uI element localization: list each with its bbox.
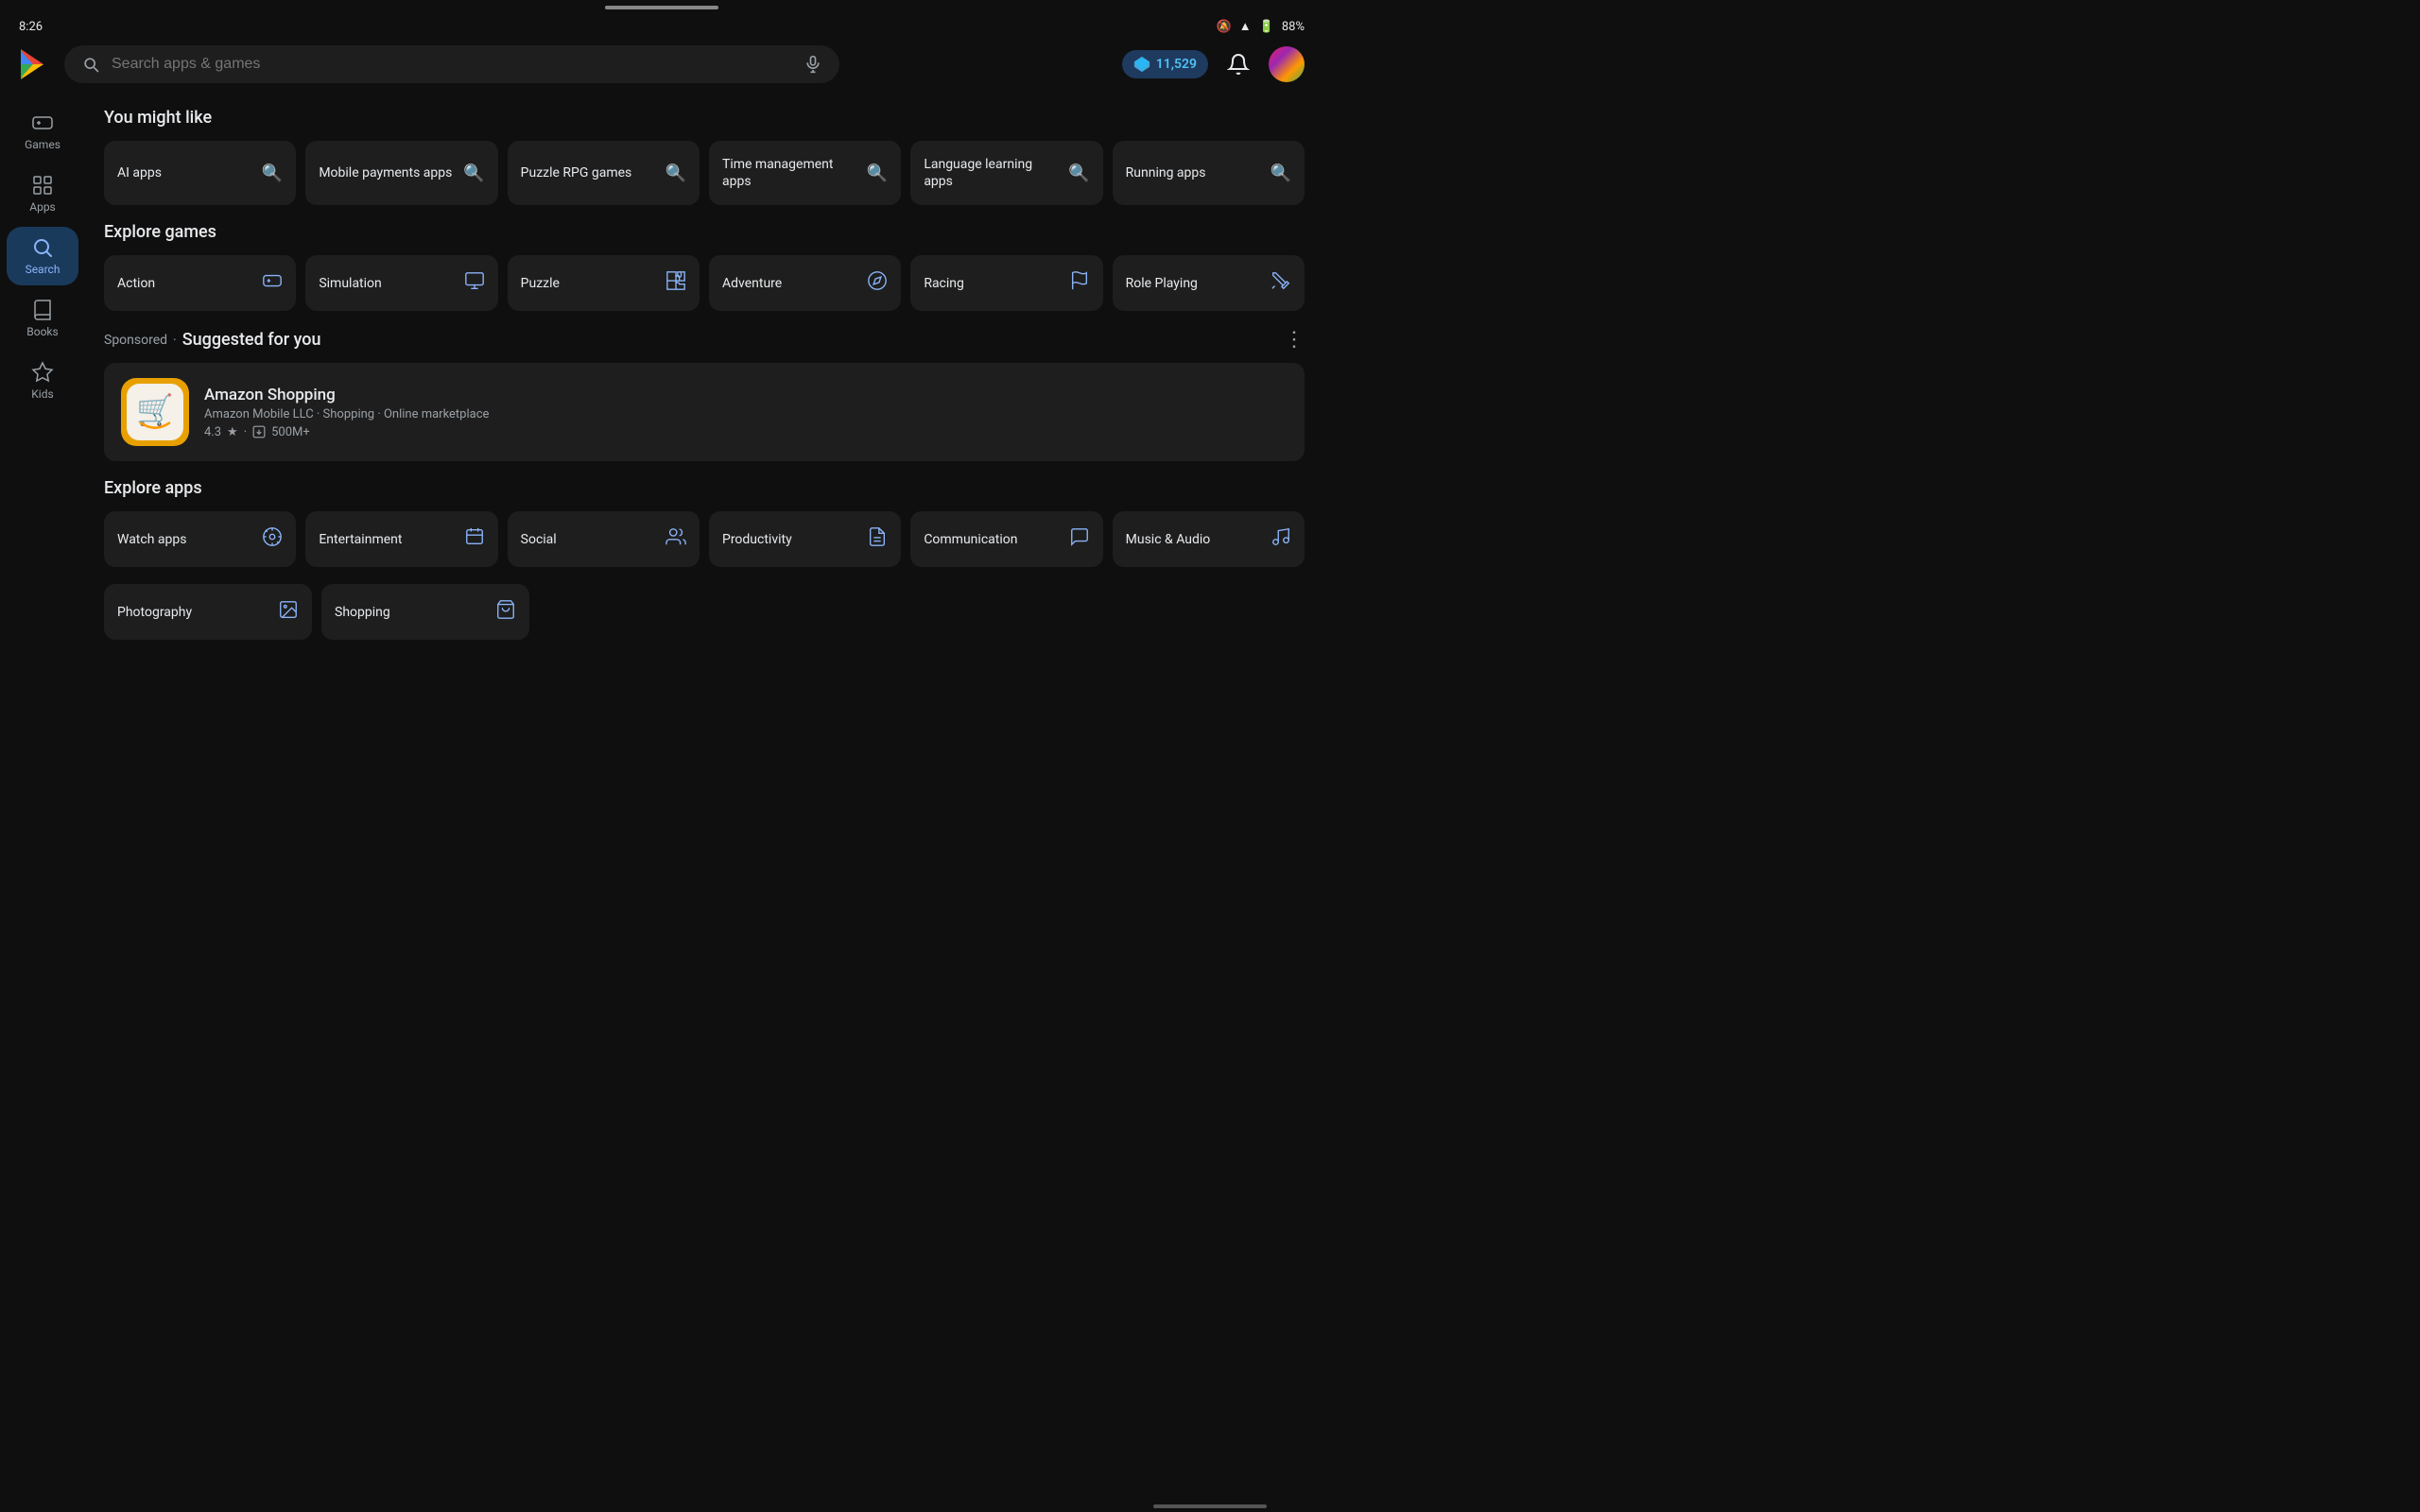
suggested-header: Sponsored · Suggested for you ⋮ [104,328,1305,352]
might-like-card-1[interactable]: Mobile payments apps🔍 [305,141,497,205]
app-card-social[interactable]: Social [508,511,700,567]
more-options-button[interactable]: ⋮ [1284,328,1305,352]
explore-games-cards: ActionSimulationPuzzleAdventureRacingRol… [104,255,1305,311]
battery-icon: 🔋 [1259,20,1274,34]
sidebar-label-search: Search [26,263,60,276]
app-card-entertainment[interactable]: Entertainment [305,511,497,567]
you-might-like-title: You might like [104,108,1305,128]
amazon-app-name: Amazon Shopping [204,386,489,404]
app-cat-icon [1069,526,1090,552]
search-bar[interactable] [64,45,839,83]
download-icon [252,425,266,438]
app-cat-icon [666,526,686,552]
game-genre-icon [1270,270,1291,296]
explore-apps-cards: Watch appsEntertainmentSocialProductivit… [104,511,1305,567]
amazon-app-rating: 4.3 ★ · 500M+ [204,425,489,439]
game-card-puzzle[interactable]: Puzzle [508,255,700,311]
app-card-watch-apps[interactable]: Watch apps [104,511,296,567]
app-cat-icon [867,526,888,552]
main-content: You might like AI apps🔍Mobile payments a… [85,93,1323,666]
battery-level: 88% [1282,20,1305,34]
app-cat2-icon [278,599,299,625]
game-card-role-playing[interactable]: Role Playing [1113,255,1305,311]
game-genre-icon [262,270,283,296]
explore-apps-cards-2: PhotographyShopping [104,584,1305,640]
search-card-icon: 🔍 [666,163,686,183]
amazon-app-info: Amazon Shopping Amazon Mobile LLC · Shop… [204,386,489,439]
search-nav-icon [31,236,54,259]
game-genre-icon [666,270,686,296]
app-cat-icon [262,526,283,552]
amazon-app-developer: Amazon Mobile LLC · Shopping · Online ma… [204,407,489,421]
books-icon [31,299,54,321]
amazon-app-card[interactable]: 🛒 Amazon Shopping Amazon Mobile LLC · Sh… [104,363,1305,461]
mute-icon [1217,20,1232,34]
sponsored-label: Sponsored [104,333,167,348]
wifi-icon: ▲ [1239,19,1252,34]
amazon-app-icon: 🛒 [121,378,189,446]
sidebar-item-kids[interactable]: Kids [7,352,78,410]
app-card-music---audio[interactable]: Music & Audio [1113,511,1305,567]
search-card-icon: 🔍 [1270,163,1291,183]
search-icon [81,55,100,74]
top-right-actions: 11,529 [1122,46,1305,82]
search-card-icon: 🔍 [262,163,283,183]
app-cat-icon [464,526,485,552]
sidebar-label-apps: Apps [29,200,56,214]
might-like-card-2[interactable]: Puzzle RPG games🔍 [508,141,700,205]
sidebar-label-kids: Kids [31,387,53,401]
sidebar-item-games[interactable]: Games [7,102,78,161]
might-like-card-0[interactable]: AI apps🔍 [104,141,296,205]
apps-icon [31,174,54,197]
sidebar-item-books[interactable]: Books [7,289,78,348]
app-card2-photography[interactable]: Photography [104,584,312,640]
game-card-simulation[interactable]: Simulation [305,255,497,311]
notifications-button[interactable] [1221,47,1255,81]
might-like-card-3[interactable]: Time management apps🔍 [709,141,901,205]
explore-games-title: Explore games [104,222,1305,242]
sidebar: Games Apps Search Books [0,93,85,666]
sidebar-item-search[interactable]: Search [7,227,78,285]
sidebar-label-books: Books [26,325,58,338]
points-badge[interactable]: 11,529 [1122,50,1208,78]
top-bar: 11,529 [0,40,1323,93]
search-card-icon: 🔍 [867,163,888,183]
game-genre-icon [867,270,888,296]
home-indicator [1153,1504,1267,1508]
time: 8:26 [19,20,43,34]
user-avatar[interactable] [1269,46,1305,82]
explore-apps-title: Explore apps [104,478,1305,498]
kids-icon [31,361,54,384]
sidebar-label-games: Games [25,138,60,151]
app-card-communication[interactable]: Communication [910,511,1102,567]
search-input[interactable] [112,56,792,73]
game-card-racing[interactable]: Racing [910,255,1102,311]
games-icon [31,112,54,134]
game-card-action[interactable]: Action [104,255,296,311]
search-card-icon: 🔍 [463,163,484,183]
game-genre-icon [1069,270,1090,296]
dot-separator: · [173,333,177,348]
status-bar: 8:26 ▲ 🔋 88% [0,13,1323,40]
suggested-title: Suggested for you [182,330,321,350]
app-card-productivity[interactable]: Productivity [709,511,901,567]
app-cat-icon [1270,526,1291,552]
app-cat2-icon [495,599,516,625]
might-like-card-5[interactable]: Running apps🔍 [1113,141,1305,205]
play-store-logo[interactable] [13,45,51,83]
might-like-card-4[interactable]: Language learning apps🔍 [910,141,1102,205]
app-card2-shopping[interactable]: Shopping [321,584,529,640]
home-indicator-bar [0,1506,2420,1512]
you-might-like-cards: AI apps🔍Mobile payments apps🔍Puzzle RPG … [104,141,1305,205]
search-card-icon: 🔍 [1068,163,1089,183]
points-value: 11,529 [1156,57,1197,72]
diamond-icon [1133,56,1150,73]
game-genre-icon [464,270,485,296]
sidebar-item-apps[interactable]: Apps [7,164,78,223]
mic-icon[interactable] [804,55,822,74]
svg-text:🛒: 🛒 [136,393,173,427]
game-card-adventure[interactable]: Adventure [709,255,901,311]
